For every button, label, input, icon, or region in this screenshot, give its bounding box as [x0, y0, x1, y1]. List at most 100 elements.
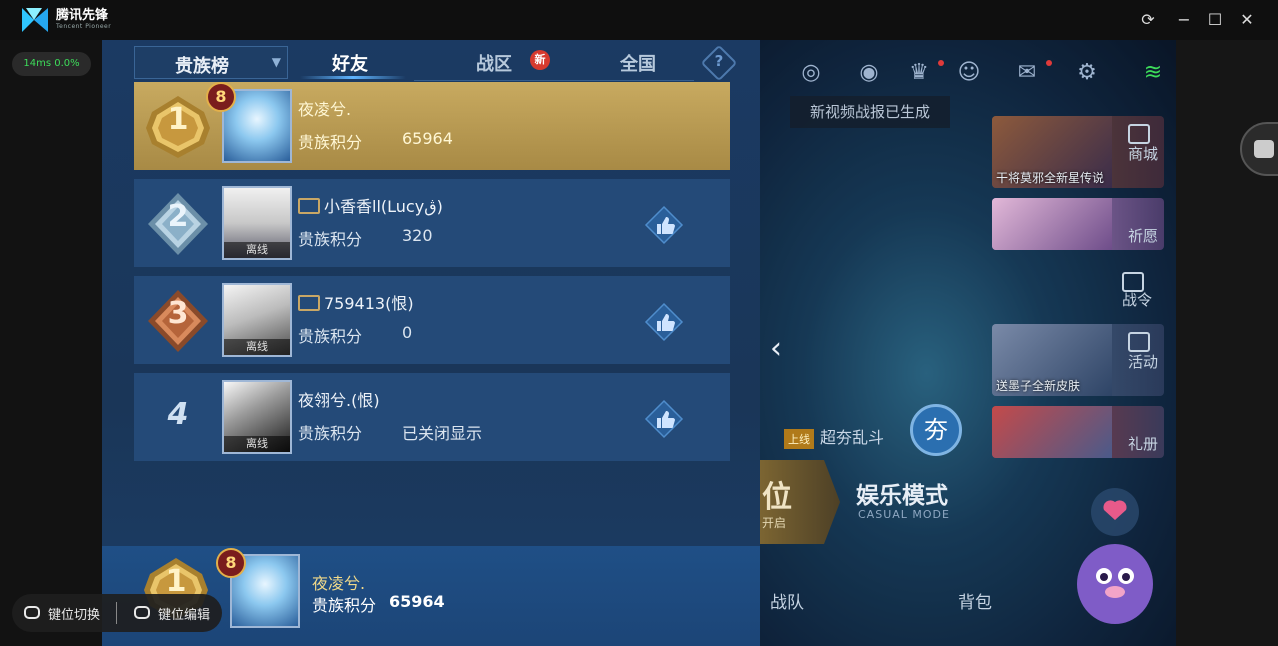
promo-caption: 送墨子全新皮肤 [996, 379, 1081, 393]
fps-indicator: 14ms 0.0% [12, 52, 91, 76]
ranked-mode-sub: 开启 [762, 516, 787, 530]
my-score-label: 贵族积分 [312, 596, 377, 615]
noble-rank-icon [298, 198, 320, 214]
active-tab-indicator [300, 76, 406, 79]
minimize-icon[interactable]: − [1174, 10, 1194, 30]
noble-rank-icon [298, 295, 320, 311]
promo-caption: 干将莫邪全新星传说 [996, 171, 1105, 185]
nav-bag[interactable]: 背包 [958, 588, 992, 613]
nav-team[interactable]: 战队 [770, 588, 804, 613]
trophy-icon[interactable]: ♛ [904, 58, 934, 88]
help-question-mark: ? [714, 52, 724, 70]
tab-region[interactable]: 战区 [476, 50, 512, 76]
tab-friends[interactable]: 好友 [332, 50, 368, 76]
eye-icon[interactable]: ◉ [854, 58, 884, 88]
emulator-titlebar: 腾讯先锋 Tencent Pioneer ⟳ − ☐ ✕ [0, 0, 1278, 40]
casual-mode-title: 娱乐模式 [856, 483, 948, 509]
casual-mode-subtitle: CASUAL MODE [858, 508, 950, 521]
offline-status: 离线 [224, 436, 290, 452]
app-subtitle: Tencent Pioneer [56, 23, 112, 30]
emulator-left-sidebar [0, 40, 102, 646]
settings-gear-icon[interactable]: ⚙ [1072, 58, 1102, 88]
my-level-badge: 8 [216, 548, 246, 578]
close-icon[interactable]: ✕ [1237, 10, 1257, 30]
offline-status: 离线 [224, 242, 290, 258]
rank-number: 4 [167, 397, 189, 432]
shop-icon [1128, 124, 1150, 144]
ranked-mode-title: 位 [762, 480, 792, 515]
avatar[interactable]: 离线 [222, 186, 292, 260]
mail-icon[interactable]: ✉ [1012, 58, 1042, 88]
game-screen: ◎ ◉ ♛ ☺ ✉ ⚙ ≋ 新视频战报已生成 干将莫邪全新星传说 商城 祈愿 战… [102, 40, 1176, 646]
ranking-row[interactable]: 4 离线 夜翎兮.(恨) 贵族积分 已关闭显示 [134, 373, 730, 461]
ranking-type-dropdown[interactable]: 贵族榜 ▼ [134, 46, 288, 79]
gamepad-edit-icon [134, 606, 150, 619]
my-player-name: 夜凌兮. [312, 574, 366, 593]
score-value: 65964 [402, 129, 453, 148]
thumbs-up-icon[interactable] [644, 205, 684, 245]
keymap-edit-button[interactable]: 键位编辑 [158, 604, 210, 623]
promo-label: 祈愿 [1127, 227, 1158, 245]
promo-label: 礼册 [1127, 435, 1158, 453]
score-value: 0 [402, 323, 413, 342]
thumbs-up-icon[interactable] [644, 399, 684, 439]
collapse-panel-arrow[interactable]: ‹ [762, 325, 790, 373]
promo-event[interactable]: 送墨子全新皮肤 活动 [992, 324, 1164, 396]
player-name-text: 小香香ll(Lucyڨ) [324, 197, 443, 216]
keymap-switch-button[interactable]: 键位切换 [48, 604, 100, 623]
mode-tag: 上线 [784, 428, 814, 449]
ranking-row[interactable]: 2 离线 小香香ll(Lucyڨ) 贵族积分 320 [134, 179, 730, 267]
new-badge: 新 [530, 50, 550, 70]
chevron-down-icon: ▼ [271, 55, 281, 69]
promo-gift[interactable]: 礼册 [992, 406, 1164, 458]
promo-label: 活动 [1127, 353, 1158, 371]
avatar[interactable]: 离线 [222, 380, 292, 454]
my-score-value: 65964 [389, 592, 445, 611]
player-name: 小香香ll(Lucyڨ) [298, 193, 443, 217]
level-badge: 8 [206, 82, 236, 112]
maximize-icon[interactable]: ☐ [1205, 10, 1225, 30]
nobility-ranking-panel: 贵族榜 ▼ 好友 战区 新 全国 ? 1 8 夜凌兮. 贵族积分 65964 2… [102, 40, 760, 646]
rank-number: 2 [167, 199, 189, 234]
target-icon[interactable]: ◎ [796, 58, 826, 88]
tab-divider [414, 80, 694, 81]
promo-image [992, 406, 1112, 458]
notification-dot [1046, 60, 1052, 66]
casual-mode-button[interactable]: 娱乐模式 CASUAL MODE [832, 460, 1032, 544]
refresh-icon[interactable]: ⟳ [1138, 10, 1158, 30]
mascot-assistant[interactable] [1060, 484, 1170, 634]
score-value: 已关闭显示 [402, 424, 483, 443]
score-value: 320 [402, 226, 433, 245]
score-label: 贵族积分 [298, 327, 363, 346]
notification-dot [938, 60, 944, 66]
rank-number: 3 [167, 296, 189, 331]
keymap-divider [116, 602, 117, 624]
avatar[interactable]: 离线 [222, 283, 292, 357]
mode-name: 超夯乱斗 [820, 428, 885, 447]
score-label: 贵族积分 [298, 230, 363, 249]
dropdown-label: 贵族榜 [175, 56, 229, 77]
wifi-icon: ≋ [1143, 60, 1163, 85]
ranking-row[interactable]: 3 离线 759413(恨) 贵族积分 0 [134, 276, 730, 364]
mode-badge[interactable]: 夯 [910, 404, 962, 456]
player-name: 夜凌兮. [298, 100, 352, 119]
gamepad-icon [24, 606, 40, 619]
video-report-toast[interactable]: 新视频战报已生成 [790, 96, 950, 128]
event-icon [1128, 332, 1150, 352]
mode-entry[interactable]: 上线 超夯乱斗 [784, 424, 884, 452]
ranking-tabbar: 贵族榜 ▼ 好友 战区 新 全国 ? [134, 44, 738, 82]
score-label: 贵族积分 [298, 133, 363, 152]
promo-label: 商城 [1127, 145, 1158, 163]
tab-national[interactable]: 全国 [620, 50, 656, 76]
toolbar-toggle-icon [1254, 140, 1274, 158]
ranking-row[interactable]: 1 8 夜凌兮. 贵族积分 65964 [134, 82, 730, 170]
thumbs-up-icon[interactable] [644, 302, 684, 342]
promo-wish[interactable]: 祈愿 [992, 198, 1164, 250]
player-name-text: 759413(恨) [324, 294, 414, 313]
keymap-toolbar: 键位切换 键位编辑 [12, 594, 222, 632]
promo-pass[interactable]: 战令 [1102, 264, 1164, 314]
promo-shop[interactable]: 干将莫邪全新星传说 商城 [992, 116, 1164, 188]
friends-icon[interactable]: ☺ [954, 58, 984, 88]
player-name: 759413(恨) [298, 290, 414, 314]
score-label: 贵族积分 [298, 424, 363, 443]
